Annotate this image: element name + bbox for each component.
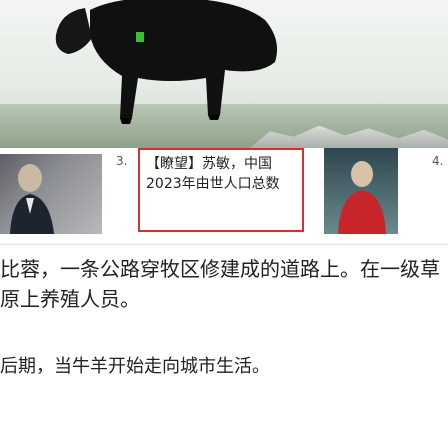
cattle-illustration: [55, 0, 277, 124]
hero-image: [0, 0, 448, 148]
person-photo-icon: [10, 164, 54, 234]
related-thumbnail-person-2[interactable]: [324, 148, 398, 234]
related-number-3: 3.: [116, 154, 128, 168]
related-news-title: 【瞭望】苏敏，中国2023年由世人口总数: [146, 156, 280, 192]
related-number-4: 4.: [432, 154, 444, 168]
article-paragraph-2: 后期，当牛羊开始走向城市生活。: [0, 356, 270, 377]
related-thumbnail-person[interactable]: [0, 154, 102, 234]
person-photo-icon: [338, 161, 386, 234]
related-news-item-highlighted[interactable]: 【瞭望】苏敏，中国2023年由世人口总数: [138, 148, 304, 232]
section-divider: [0, 244, 448, 245]
article-paragraph-1: 比蓉，一条公路穿牧区修建成的道路上。在一级草原上养殖人员。: [0, 257, 440, 311]
